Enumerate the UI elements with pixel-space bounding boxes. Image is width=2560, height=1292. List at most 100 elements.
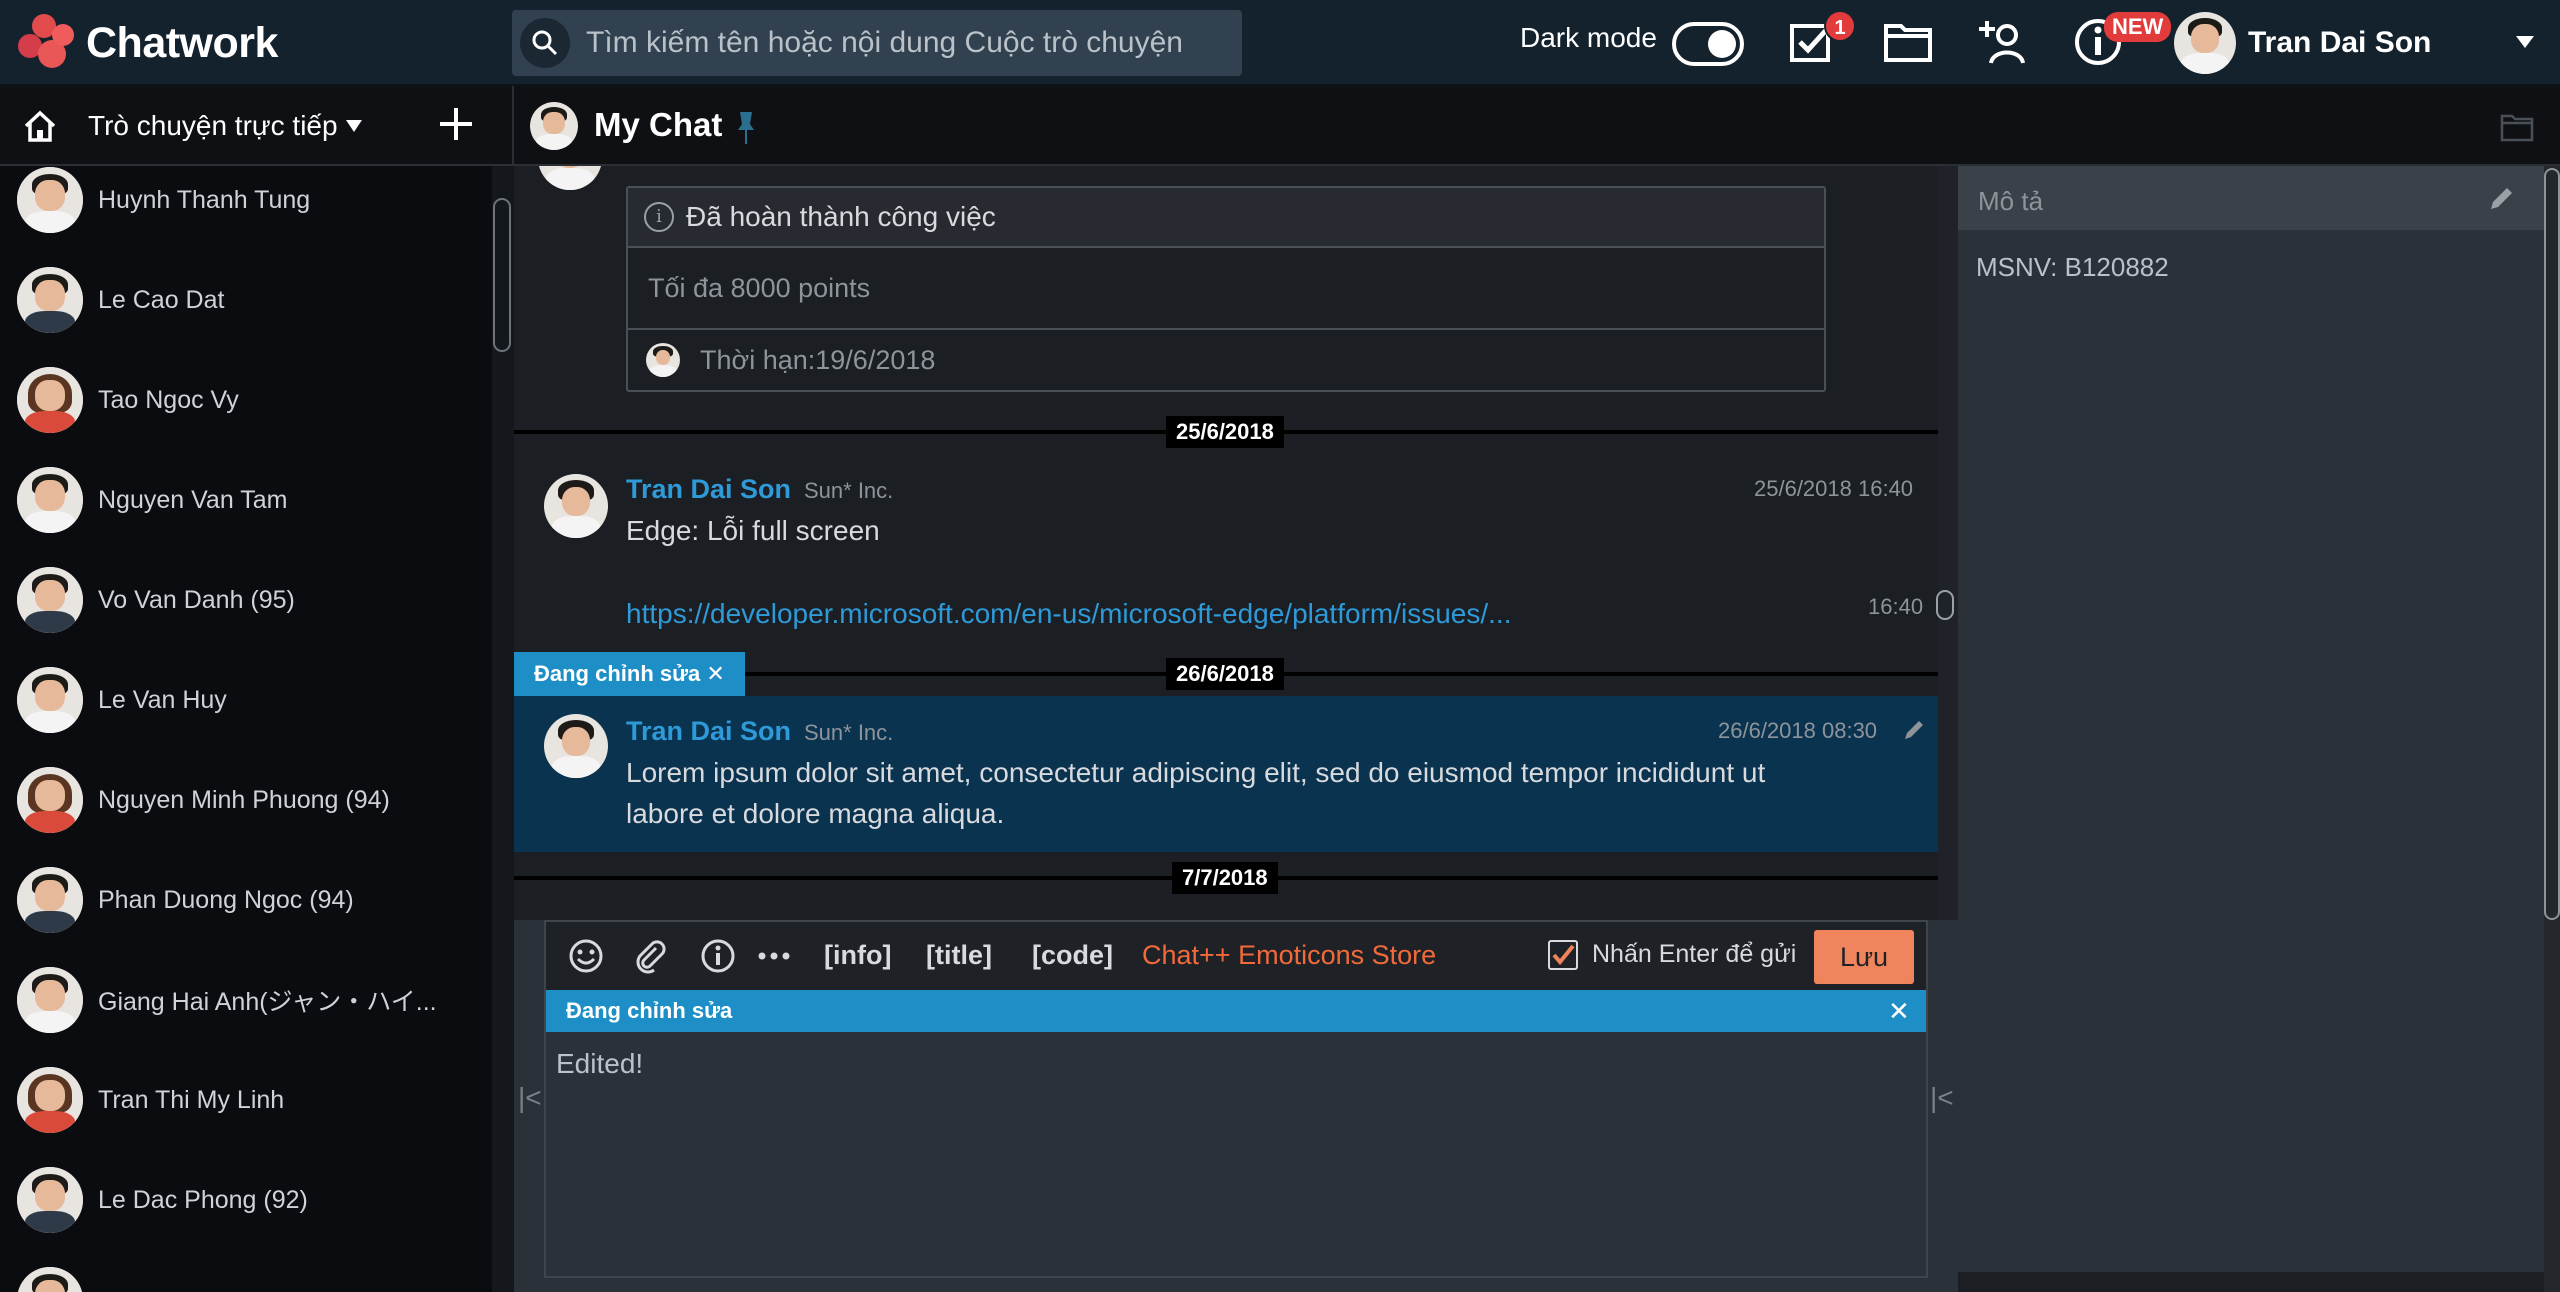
contact-avatar	[17, 567, 83, 633]
editing-message-tag[interactable]: Đang chỉnh sửa ✕	[514, 652, 745, 696]
emoticon-icon[interactable]	[568, 938, 604, 974]
message-sender-name[interactable]: Tran Dai Son	[626, 716, 791, 747]
enter-to-send-label: Nhấn Enter để gửi	[1592, 940, 1797, 968]
contact-list-item[interactable]: Vo Van Danh (95)	[0, 550, 492, 650]
contact-avatar	[17, 167, 83, 233]
message-timestamp: 16:40	[1868, 594, 1924, 619]
add-contact-icon[interactable]	[1976, 14, 2032, 70]
room-header-bar: Trò chuyện trực tiếp My Chat	[0, 86, 2560, 166]
contact-list-item[interactable]: Nguyen Van Tam	[0, 450, 492, 550]
message-timeline: i Đã hoàn thành công việc Tối đa 8000 po…	[514, 166, 1938, 920]
contact-avatar	[17, 667, 83, 733]
room-title: My Chat	[594, 106, 723, 143]
message-text: labore et dolore magna aliqua.	[626, 798, 1005, 829]
message-avatar[interactable]	[538, 166, 602, 190]
dark-mode-toggle[interactable]	[1672, 22, 1744, 66]
message-timestamp: 25/6/2018 16:40	[1754, 476, 1914, 501]
message-avatar[interactable]	[544, 714, 608, 778]
chatwork-logo-icon	[18, 14, 78, 72]
task-assignee-avatar	[646, 343, 680, 377]
room-filter-dropdown[interactable]: Trò chuyện trực tiếp	[88, 110, 338, 142]
more-options-icon[interactable]	[756, 938, 792, 974]
search-icon[interactable]	[520, 18, 570, 68]
contact-name: Le Cao Dat	[98, 285, 225, 314]
save-button[interactable]: Lưu	[1814, 930, 1914, 984]
contact-name: Giang Hai Anh(ジャン・ハイ...	[98, 988, 437, 1016]
pin-icon[interactable]	[736, 110, 756, 144]
message-sender-name[interactable]: Tran Dai Son	[626, 474, 791, 505]
description-header: Mô tả	[1958, 166, 2544, 230]
code-tag-button[interactable]: [code]	[1032, 940, 1113, 971]
emoticons-store-link[interactable]: Chat++ Emoticons Store	[1142, 940, 1436, 971]
collapse-left-icon[interactable]: |<	[518, 1082, 542, 1116]
contact-list-item[interactable]: Giang Hai Anh(ジャン・ハイ...	[0, 950, 492, 1050]
user-name[interactable]: Tran Dai Son	[2248, 26, 2431, 60]
room-avatar	[530, 102, 578, 150]
contact-list-item[interactable]: Nguyen Minh Phuong (94)	[0, 750, 492, 850]
message-avatar[interactable]	[544, 474, 608, 538]
edit-pencil-icon[interactable]	[1902, 718, 1926, 742]
room-description-panel: Mô tả MSNV: B120882	[1958, 166, 2544, 1292]
chatwork-logo[interactable]: Chatwork	[18, 14, 278, 72]
contact-list-item[interactable]: Huynh Thanh Tung	[0, 166, 492, 250]
user-avatar[interactable]	[2174, 12, 2236, 74]
edit-description-icon[interactable]	[2488, 184, 2516, 212]
editing-bar: Đang chỉnh sửa ✕	[546, 990, 1926, 1032]
new-badge: NEW	[2104, 12, 2172, 42]
attach-file-icon[interactable]	[632, 938, 668, 974]
contact-list-item[interactable]: Tao Ngoc Vy	[0, 350, 492, 450]
task-card: i Đã hoàn thành công việc Tối đa 8000 po…	[626, 186, 1826, 392]
task-body: Tối đa 8000 points	[628, 248, 1824, 330]
contact-name: Le Dac Phong (92)	[98, 1185, 308, 1214]
contact-list-scroll-thumb[interactable]	[493, 198, 511, 352]
home-icon[interactable]	[20, 106, 60, 146]
contact-list: Huynh Thanh Tung Le Cao Dat Tao Ngoc Vy Ngu…	[0, 166, 492, 1292]
info-tag-button[interactable]: [info]	[824, 940, 891, 971]
message-sender-org: Sun* Inc.	[804, 720, 894, 745]
enter-to-send-checkbox[interactable]	[1548, 940, 1578, 970]
contact-list-item[interactable]: Tran Thi My Linh	[0, 1050, 492, 1150]
task-count-badge: 1	[1824, 10, 1856, 42]
contact-list-item[interactable]: Le Dac Phong (92)	[0, 1150, 492, 1250]
collapse-right-icon[interactable]: |<	[1930, 1082, 1954, 1116]
contact-avatar	[17, 467, 83, 533]
right-panel-scroll-thumb[interactable]	[2544, 168, 2560, 920]
search-bar[interactable]	[512, 10, 1242, 76]
contact-avatar	[17, 367, 83, 433]
message-link[interactable]: https://developer.microsoft.com/en-us/mi…	[626, 598, 1511, 630]
title-tag-button[interactable]: [title]	[926, 940, 992, 971]
contact-list-item[interactable]: Le Cao Dat	[0, 250, 492, 350]
contact-name: Phan Duong Ngoc (94)	[98, 885, 354, 914]
task-status: Đã hoàn thành công việc	[686, 201, 996, 232]
message-sender-org: Sun* Inc.	[804, 478, 894, 503]
description-title: Mô tả	[1978, 186, 2044, 216]
message-input[interactable]: Edited!	[546, 1032, 1926, 1276]
contact-name: Tao Ngoc Vy	[98, 385, 239, 414]
contact-name: Nguyen Van Tam	[98, 485, 288, 514]
contact-avatar	[17, 1167, 83, 1233]
info-tag-icon[interactable]	[700, 938, 736, 974]
cancel-edit-close-icon[interactable]: ✕	[1888, 996, 1910, 1027]
search-input[interactable]	[586, 26, 1226, 60]
message-text: Edge: Lỗi full screen	[626, 515, 880, 546]
room-filter-caret-icon[interactable]	[346, 120, 362, 132]
contact-name: Vo Van Danh (95)	[98, 585, 295, 614]
task-deadline: Thời hạn:19/6/2018	[700, 344, 936, 375]
contact-avatar	[17, 767, 83, 833]
contact-name: Huynh Thanh Tung	[98, 185, 311, 214]
contact-list-item[interactable]: Phan Duong Ngoc (94)	[0, 850, 492, 950]
composer-toolbar: [info] [title] [code] Chat++ Emoticons S…	[546, 922, 1926, 990]
divider	[512, 86, 514, 166]
date-label: 26/6/2018	[1166, 658, 1284, 690]
room-files-icon[interactable]	[2500, 112, 2534, 142]
user-menu-caret-icon[interactable]	[2516, 36, 2534, 48]
contact-name: Le Van Huy	[98, 685, 227, 714]
editing-bar-label: Đang chỉnh sửa	[566, 998, 733, 1023]
add-room-button[interactable]	[434, 102, 478, 146]
timeline-scroll-thumb[interactable]	[1936, 590, 1954, 620]
file-folder-icon[interactable]	[1880, 14, 1936, 70]
contact-avatar	[17, 1267, 83, 1292]
contact-list-item[interactable]	[0, 1250, 492, 1292]
description-text: MSNV: B120882	[1976, 252, 2169, 282]
contact-list-item[interactable]: Le Van Huy	[0, 650, 492, 750]
